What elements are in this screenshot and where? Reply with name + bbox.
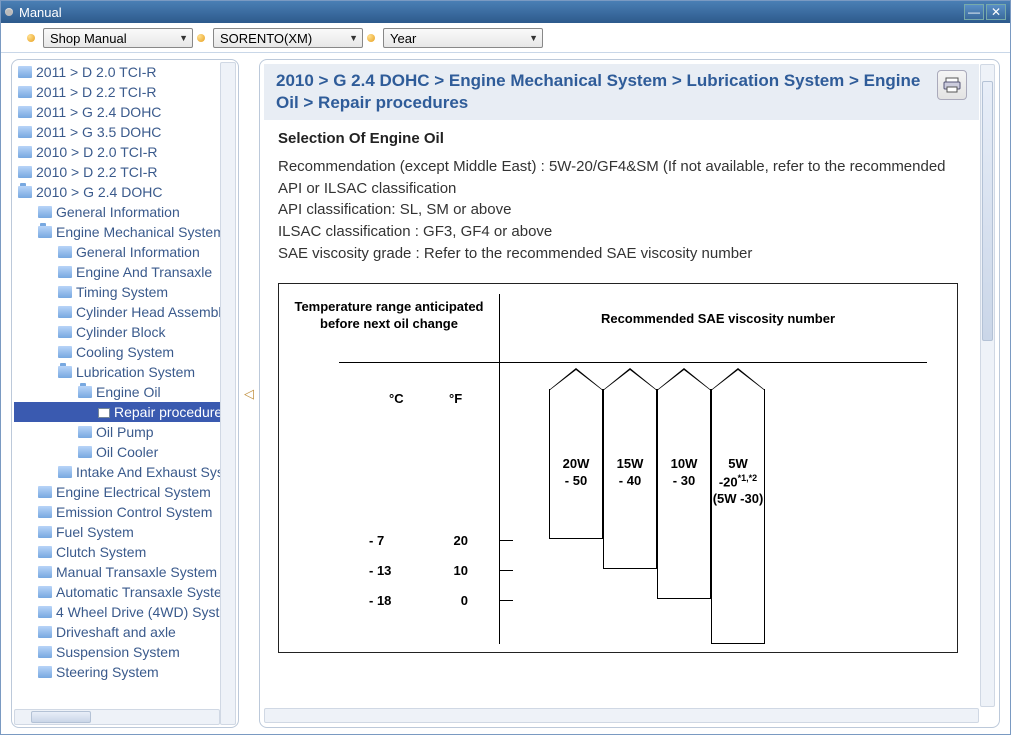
tree-item[interactable]: Suspension System: [14, 642, 236, 662]
tree-item[interactable]: Clutch System: [14, 542, 236, 562]
tree-item[interactable]: 2011 > G 2.4 DOHC: [14, 102, 236, 122]
oil-grade-20w50: 20W- 50: [549, 389, 603, 539]
tree-item[interactable]: 2011 > D 2.2 TCI-R: [14, 82, 236, 102]
tick-mark: [499, 570, 513, 571]
body-text: ILSAC classification : GF3, GF4 or above: [278, 221, 965, 243]
tick-c: - 13: [369, 562, 391, 581]
unit-fahrenheit: °F: [449, 390, 462, 409]
tree-item[interactable]: 4 Wheel Drive (4WD) System: [14, 602, 236, 622]
print-button[interactable]: [937, 70, 967, 100]
tree-item[interactable]: Lubrication System: [14, 362, 236, 382]
tree-item[interactable]: Manual Transaxle System: [14, 562, 236, 582]
tick-f: 0: [444, 592, 468, 611]
content-horizontal-scrollbar[interactable]: [264, 708, 979, 723]
manual-type-combo[interactable]: Shop Manual▼: [43, 28, 193, 48]
tree-item[interactable]: Fuel System: [14, 522, 236, 542]
tree-item[interactable]: Driveshaft and axle: [14, 622, 236, 642]
document-body: Selection Of Engine Oil Recommendation (…: [264, 120, 979, 661]
oil-grade-10w30: 10W- 30: [657, 389, 711, 599]
toolbar: Shop Manual▼ SORENTO(XM)▼ Year▼: [1, 23, 1010, 53]
tick-f: 10: [444, 562, 468, 581]
model-combo[interactable]: SORENTO(XM)▼: [213, 28, 363, 48]
tree-item[interactable]: Engine Mechanical System: [14, 222, 236, 242]
document-icon: [98, 408, 110, 418]
printer-icon: [943, 77, 961, 93]
bullet-icon: [197, 34, 205, 42]
tree-vertical-scrollbar[interactable]: [220, 62, 236, 725]
minimize-button[interactable]: —: [964, 4, 984, 20]
oil-grade-15w40: 15W- 40: [603, 389, 657, 569]
breadcrumb: 2010 > G 2.4 DOHC > Engine Mechanical Sy…: [264, 64, 979, 120]
tick-f: 20: [444, 532, 468, 551]
tree-item[interactable]: Cylinder Head Assembly: [14, 302, 236, 322]
tree-item[interactable]: 2010 > G 2.4 DOHC: [14, 182, 236, 202]
collapse-handle-icon[interactable]: ◁: [245, 379, 253, 409]
tick-mark: [499, 600, 513, 601]
unit-celsius: °C: [389, 390, 404, 409]
bullet-icon: [367, 34, 375, 42]
oil-grade-5w20: 5W-20*1,*2(5W -30): [711, 389, 765, 644]
title-bar: Manual — ✕: [1, 1, 1010, 23]
body-text: API classification: SL, SM or above: [278, 199, 965, 221]
diagram-vrule: [499, 294, 500, 644]
tree-item[interactable]: Oil Pump: [14, 422, 236, 442]
tree-horizontal-scrollbar[interactable]: [14, 709, 220, 725]
navigation-tree: 2011 > D 2.0 TCI-R 2011 > D 2.2 TCI-R 20…: [11, 59, 239, 728]
splitter[interactable]: ◁: [239, 59, 259, 728]
tree-item[interactable]: Oil Cooler: [14, 442, 236, 462]
tick-c: - 18: [369, 592, 391, 611]
diagram-right-header: Recommended SAE viscosity number: [489, 298, 947, 333]
section-heading: Selection Of Engine Oil: [278, 128, 965, 150]
content-vertical-scrollbar[interactable]: [980, 64, 995, 707]
bullet-icon: [27, 34, 35, 42]
tree-item[interactable]: Cooling System: [14, 342, 236, 362]
tree-item[interactable]: Engine And Transaxle: [14, 262, 236, 282]
tree-item[interactable]: General Information: [14, 202, 236, 222]
year-combo[interactable]: Year▼: [383, 28, 543, 48]
close-button[interactable]: ✕: [986, 4, 1006, 20]
tick-mark: [499, 540, 513, 541]
tick-c: - 7: [369, 532, 384, 551]
tree-item[interactable]: Cylinder Block: [14, 322, 236, 342]
tree-item[interactable]: 2011 > G 3.5 DOHC: [14, 122, 236, 142]
breadcrumb-text: 2010 > G 2.4 DOHC > Engine Mechanical Sy…: [276, 70, 929, 114]
body-text: SAE viscosity grade : Refer to the recom…: [278, 243, 965, 265]
tree-item[interactable]: Engine Oil: [14, 382, 236, 402]
tree-item[interactable]: Emission Control System: [14, 502, 236, 522]
tree-item[interactable]: 2010 > D 2.0 TCI-R: [14, 142, 236, 162]
body-text: Recommendation (except Middle East) : 5W…: [278, 156, 965, 200]
tree-item[interactable]: Steering System: [14, 662, 236, 682]
content-pane: 2010 > G 2.4 DOHC > Engine Mechanical Sy…: [259, 59, 1000, 728]
tree-item[interactable]: Automatic Transaxle System: [14, 582, 236, 602]
tree-item[interactable]: 2011 > D 2.0 TCI-R: [14, 62, 236, 82]
tree-item[interactable]: 2010 > D 2.2 TCI-R: [14, 162, 236, 182]
tree-item[interactable]: Engine Electrical System: [14, 482, 236, 502]
tree-item[interactable]: General Information: [14, 242, 236, 262]
diagram-hrule: [339, 362, 927, 363]
window-title: Manual: [19, 5, 962, 20]
tree-item[interactable]: Timing System: [14, 282, 236, 302]
diagram-left-header: Temperature range anticipated before nex…: [289, 298, 489, 333]
app-icon: [5, 8, 13, 16]
tree-item[interactable]: Intake And Exhaust System: [14, 462, 236, 482]
viscosity-diagram: Temperature range anticipated before nex…: [278, 283, 958, 653]
tree-item-selected[interactable]: Repair procedures: [14, 402, 236, 422]
